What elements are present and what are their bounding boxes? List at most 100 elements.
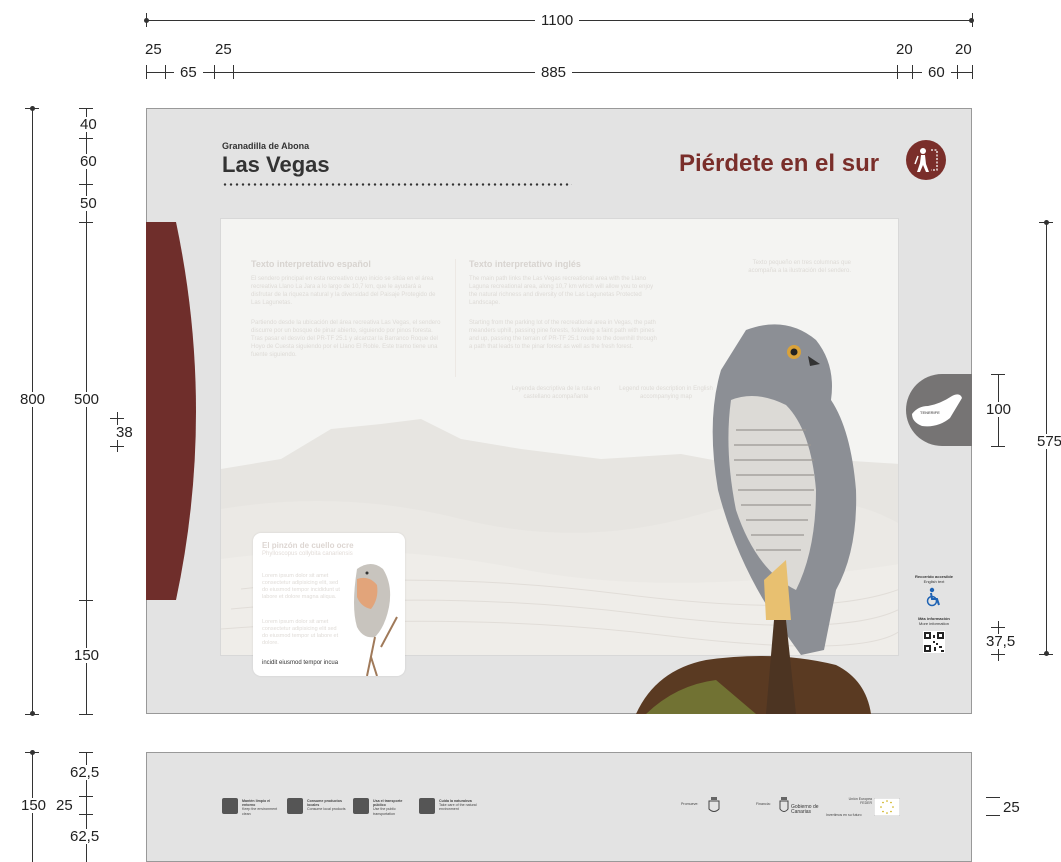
dim-label: 25 <box>215 41 232 58</box>
dim-label: 20 <box>896 41 913 58</box>
dim-tick <box>79 184 93 185</box>
col1-text: El sendero principal en esta recreativo … <box>251 276 436 306</box>
footer-item-sub: Use the public transportation <box>373 807 396 816</box>
dim-tick <box>233 65 234 79</box>
government-crest-icon <box>779 797 789 812</box>
species-card-text-1: Lorem ipsum dolor sit amet consectetur a… <box>262 573 340 600</box>
col1-heading: Texto interpretativo español <box>251 259 371 269</box>
dim-tick <box>79 222 93 223</box>
eu-motto: Invertimos en su futuro <box>826 813 862 817</box>
dim-dot <box>30 750 35 755</box>
dim-tick <box>991 374 1005 375</box>
dim-label: 885 <box>535 65 573 80</box>
dim-label-left-outer: 800 <box>14 392 52 407</box>
dim-label: 25 <box>145 41 162 58</box>
mid-left-caption: Leyenda descriptiva de la ruta en castel… <box>511 386 601 400</box>
footer-item-label: Consume productos locales <box>307 799 342 808</box>
dim-label: 40 <box>74 117 103 132</box>
market-basket-icon <box>287 798 303 814</box>
robin-illustration <box>354 564 398 676</box>
footer-item-1: Mantén limpio el entorno Keep the enviro… <box>242 799 282 816</box>
footer-item-2: Consume productos locales Consume local … <box>307 799 347 812</box>
dim-label-right-outer: 575 <box>1031 434 1061 449</box>
more-info-sub: More information <box>918 621 949 626</box>
dim-tick <box>972 65 973 79</box>
dim-tick <box>146 65 147 79</box>
col1-text-2: Partiendo desde la ubicación del área re… <box>251 320 441 358</box>
dim-tick <box>79 138 93 139</box>
species-card-text-2: Lorem ipsum dolor sit amet consectetur a… <box>262 619 339 646</box>
dim-label: 60 <box>922 65 951 80</box>
dim-label: 65 <box>174 65 203 80</box>
dim-label: 150 <box>68 648 106 663</box>
panel-title: Las Vegas <box>222 152 330 177</box>
island-tab-label: TENERIFE <box>920 410 940 415</box>
col2-heading: Texto interpretativo inglés <box>469 259 581 269</box>
wheelchair-icon <box>926 587 940 607</box>
hiker-icon <box>906 140 946 180</box>
species-card-last-line: incidit eiusmod tempor incua <box>262 660 339 666</box>
species-card: El pinzón de cuello ocre Phylloscopus co… <box>253 533 405 676</box>
dim-tick <box>214 65 215 79</box>
dim-tick <box>79 714 93 715</box>
panel-subtitle: Granadilla de Abona <box>222 141 310 151</box>
qr-code-icon[interactable] <box>923 631 945 653</box>
dim-tick <box>79 814 93 815</box>
accessible-sub: English text <box>923 579 945 584</box>
accessible-label: Recorrido accesible English text <box>912 574 956 584</box>
dim-tick <box>991 446 1005 447</box>
eu-label: Unión Europea FEDER <box>838 797 872 805</box>
footer-item-3: Usa el transporte público Use the public… <box>373 799 413 816</box>
dim-tick <box>79 600 93 601</box>
dim-dot <box>1044 651 1049 656</box>
dim-label: 25 <box>56 797 73 814</box>
nature-leaf-icon <box>419 798 435 814</box>
species-card-title: El pinzón de cuello ocre <box>262 541 354 550</box>
title-dotted-rule <box>222 183 572 186</box>
bus-icon <box>353 798 369 814</box>
dim-label: 50 <box>74 196 103 211</box>
left-curve-band <box>146 222 196 600</box>
dim-label: 62,5 <box>64 765 106 780</box>
finances-label: Financia: <box>756 802 771 806</box>
dim-label-left-small: 38 <box>110 425 139 440</box>
dim-label-top-total: 1100 <box>535 13 580 28</box>
dim-label: 20 <box>955 41 972 58</box>
footer-item-sub: Keep the environment clean <box>242 807 278 816</box>
dim-dot <box>144 18 149 23</box>
footer-item-4: Cuida la naturaleza Take care of the nat… <box>439 799 479 812</box>
hawk-illustration <box>636 324 871 714</box>
dim-label-right-tab: 100 <box>980 402 1018 417</box>
dim-tick <box>912 65 913 79</box>
dim-dot <box>30 106 35 111</box>
dim-tick <box>986 797 1000 798</box>
dim-label: 500 <box>68 392 106 407</box>
dim-dot <box>969 18 974 23</box>
species-card-latin: Phylloscopus collybita canariensis <box>262 551 353 557</box>
dim-tick <box>165 65 166 79</box>
dim-tick <box>986 815 1000 816</box>
footer-item-label: Mantén limpio el entorno <box>242 799 271 808</box>
eu-flag-icon <box>874 798 900 816</box>
municipal-crest-icon <box>708 797 720 812</box>
dim-tick <box>957 65 958 79</box>
eu-fund: FEDER <box>860 801 872 805</box>
dim-label-right-small: 37,5 <box>980 634 1022 649</box>
col2-text-2: Starting from the parking lot of the rec… <box>469 320 657 350</box>
footer-item-sub: Consume local products <box>307 807 346 812</box>
dim-line-left-outer <box>32 108 33 714</box>
government-label: Gobierno de Canarias <box>791 804 819 815</box>
panel-slogan: Piérdete en el sur <box>679 150 880 177</box>
footer-item-sub: Take care of the natural environment <box>439 803 477 812</box>
dim-label: 62,5 <box>64 829 106 844</box>
dim-label: 60 <box>74 154 103 169</box>
column-separator <box>455 259 456 377</box>
footer-item-label: Usa el transporte público <box>373 799 403 808</box>
trash-bin-icon <box>222 798 238 814</box>
dim-tick <box>79 108 93 109</box>
dim-label-bottom-right: 25 <box>1003 799 1020 816</box>
dim-dot <box>30 711 35 716</box>
island-tab: TENERIFE <box>906 374 972 446</box>
dim-tick <box>79 796 93 797</box>
dim-tick <box>897 65 898 79</box>
